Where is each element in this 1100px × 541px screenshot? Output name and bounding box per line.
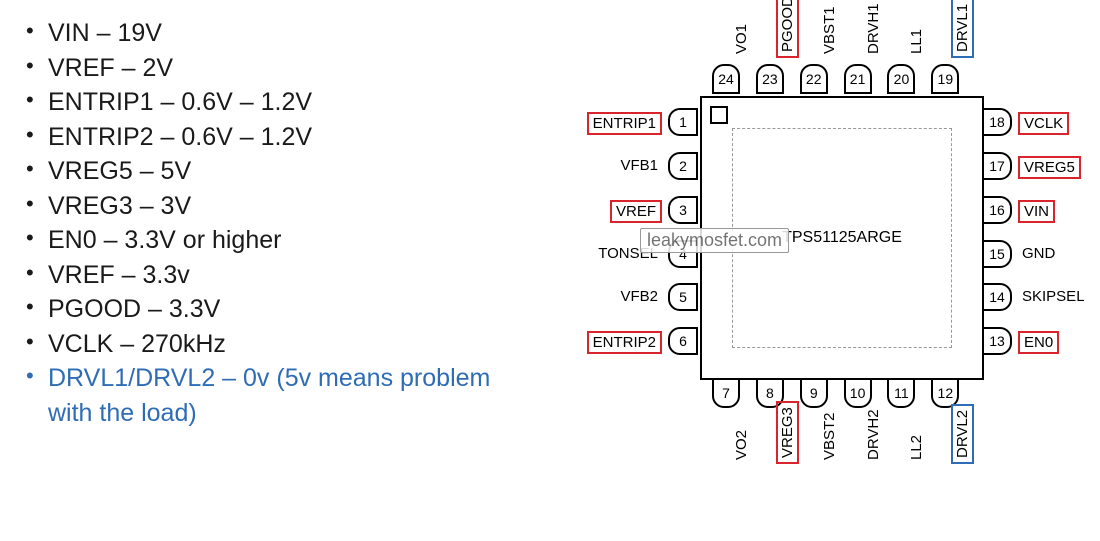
pin-label-pgood: PGOOD — [776, 0, 799, 58]
pin-label-text: VCLK — [1018, 112, 1069, 135]
pin-label-text: VO2 — [732, 426, 751, 464]
pin1-marker — [710, 106, 728, 124]
pin-label-drvl2: DRVL2 — [951, 394, 974, 464]
pin-label-ll2: LL2 — [907, 394, 926, 464]
pin-6: 6 — [668, 327, 698, 355]
pin-label-vfb1: VFB1 — [572, 156, 662, 175]
pin-label-text: VFB2 — [616, 287, 662, 306]
pin-label-text: VIN — [1018, 200, 1055, 223]
pin-label-entrip1: ENTRIP1 — [572, 112, 662, 135]
pin-label-vclk: VCLK — [1018, 112, 1100, 135]
bullet-item: DRVL1/DRVL2 – 0v (5v means problem with … — [20, 361, 500, 430]
pin-label-text: VO1 — [732, 20, 751, 58]
pin-2: 2 — [668, 152, 698, 180]
pin-label-gnd: GND — [1018, 244, 1100, 263]
pin-label-text: LL1 — [907, 25, 926, 58]
pin-label-text: DRVH2 — [864, 405, 883, 464]
voltage-measurement-list: VIN – 19VVREF – 2VENTRIP1 – 0.6V – 1.2VE… — [20, 10, 500, 510]
bullet-item: VIN – 19V — [20, 16, 500, 51]
pin-label-skipsel: SKIPSEL — [1018, 287, 1100, 306]
pin-15: 15 — [982, 240, 1012, 268]
pin-13: 13 — [982, 327, 1012, 355]
bullet-item: ENTRIP2 – 0.6V – 1.2V — [20, 120, 500, 155]
pin-label-vo1: VO1 — [732, 0, 751, 58]
pin-19: 19 — [931, 64, 959, 94]
pin-label-text: ENTRIP1 — [587, 112, 662, 135]
pin-16: 16 — [982, 196, 1012, 224]
pin-23: 23 — [756, 64, 784, 94]
pin-label-text: VBST1 — [820, 2, 839, 58]
pin-label-text: LL2 — [907, 431, 926, 464]
pin-label-vbst2: VBST2 — [820, 394, 839, 464]
pin-21: 21 — [844, 64, 872, 94]
bullet-item: ENTRIP1 – 0.6V – 1.2V — [20, 85, 500, 120]
chip-pinout-diagram: TPS51125ARGE leakymosfet.com 1ENTRIP12VF… — [540, 10, 1080, 510]
pin-label-vfb2: VFB2 — [572, 287, 662, 306]
watermark: leakymosfet.com — [640, 228, 789, 253]
pin-5: 5 — [668, 283, 698, 311]
pin-label-text: PGOOD — [776, 0, 799, 58]
pin-label-text: GND — [1018, 244, 1059, 263]
pin-label-text: EN0 — [1018, 331, 1059, 354]
pin-20: 20 — [887, 64, 915, 94]
pin-label-drvh2: DRVH2 — [864, 394, 883, 464]
pin-label-drvh1: DRVH1 — [864, 0, 883, 58]
pin-24: 24 — [712, 64, 740, 94]
bullet-item: VREF – 3.3v — [20, 258, 500, 293]
pin-3: 3 — [668, 196, 698, 224]
pin-label-vreg5: VREG5 — [1018, 156, 1100, 179]
pin-label-text: DRVL2 — [951, 404, 974, 464]
pin-label-text: ENTRIP2 — [587, 331, 662, 354]
bullet-container: VIN – 19VVREF – 2VENTRIP1 – 0.6V – 1.2VE… — [20, 16, 500, 430]
pin-label-text: DRVH1 — [864, 0, 883, 58]
pin-label-vref: VREF — [572, 200, 662, 223]
pin-label-vbst1: VBST1 — [820, 0, 839, 58]
pin-1: 1 — [668, 108, 698, 136]
pin-label-vin: VIN — [1018, 200, 1100, 223]
pin-label-entrip2: ENTRIP2 — [572, 331, 662, 354]
pin-label-text: DRVL1 — [951, 0, 974, 58]
bullet-item: VREF – 2V — [20, 51, 500, 86]
pin-label-drvl1: DRVL1 — [951, 0, 974, 58]
bullet-item: PGOOD – 3.3V — [20, 292, 500, 327]
pin-label-vreg3: VREG3 — [776, 394, 799, 464]
pin-22: 22 — [800, 64, 828, 94]
bullet-item: EN0 – 3.3V or higher — [20, 223, 500, 258]
pin-18: 18 — [982, 108, 1012, 136]
pin-label-text: VFB1 — [616, 156, 662, 175]
pin-label-text: VREG3 — [776, 401, 799, 464]
bullet-item: VREG3 – 3V — [20, 189, 500, 224]
pin-label-text: VREG5 — [1018, 156, 1081, 179]
pin-label-ll1: LL1 — [907, 0, 926, 58]
pin-label-vo2: VO2 — [732, 394, 751, 464]
pin-14: 14 — [982, 283, 1012, 311]
pin-label-text: VREF — [610, 200, 662, 223]
pin-label-text: SKIPSEL — [1018, 287, 1089, 306]
pin-label-text: VBST2 — [820, 408, 839, 464]
pin-label-en0: EN0 — [1018, 331, 1100, 354]
bullet-item: VCLK – 270kHz — [20, 327, 500, 362]
pin-17: 17 — [982, 152, 1012, 180]
bullet-item: VREG5 – 5V — [20, 154, 500, 189]
